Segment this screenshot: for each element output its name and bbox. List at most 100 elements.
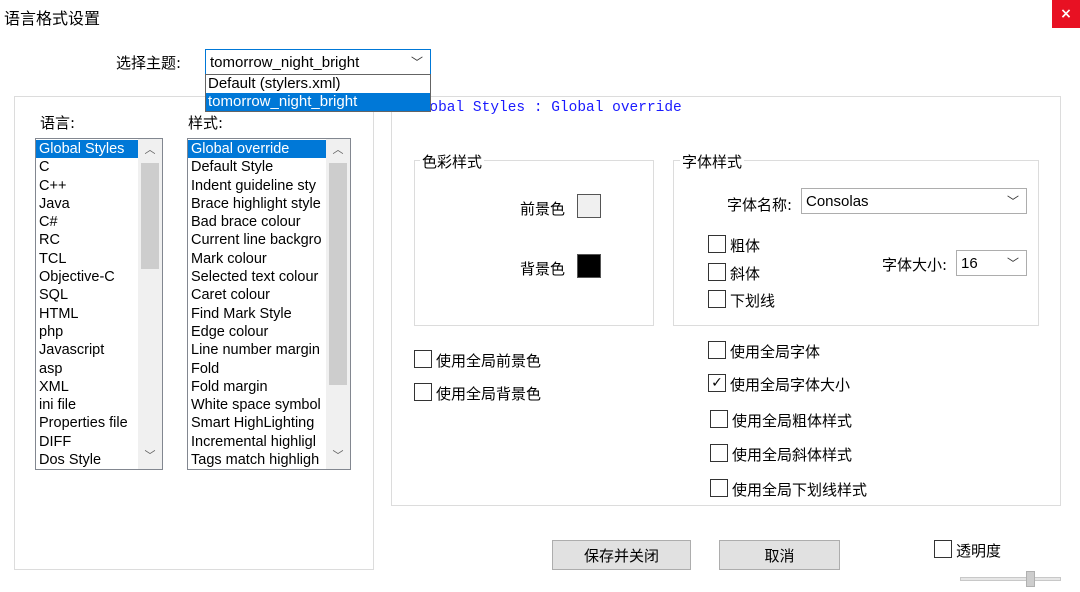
language-list-item[interactable]: C# bbox=[36, 213, 140, 231]
style-list-item[interactable]: Default Style bbox=[188, 158, 328, 176]
cancel-button[interactable]: 取消 bbox=[719, 540, 840, 570]
language-list-item[interactable]: Objective-C bbox=[36, 268, 140, 286]
theme-option-default[interactable]: Default (stylers.xml) bbox=[206, 75, 430, 93]
language-list-scrollbar[interactable]: ︿ ﹀ bbox=[138, 139, 162, 469]
save-close-button[interactable]: 保存并关闭 bbox=[552, 540, 691, 570]
transparency-label: 透明度 bbox=[956, 542, 1002, 560]
style-list[interactable]: Global override Default Style Indent guide… bbox=[187, 138, 351, 470]
scroll-down-arrow-icon[interactable]: ﹀ bbox=[138, 447, 162, 465]
style-list-item[interactable]: Indent guideline sty bbox=[188, 177, 328, 195]
font-name-label: 字体名称: bbox=[727, 196, 793, 214]
theme-select[interactable]: tomorrow_night_bright ﹀ bbox=[205, 49, 431, 75]
use-global-underline-checkbox[interactable] bbox=[710, 479, 728, 497]
transparency-checkbox[interactable] bbox=[934, 540, 952, 558]
language-list-item[interactable]: RC bbox=[36, 231, 140, 249]
style-list-item[interactable]: Bad brace colour bbox=[188, 213, 328, 231]
chevron-down-icon: ﹀ bbox=[1006, 194, 1019, 209]
window-title: 语言格式设置 bbox=[4, 9, 101, 28]
color-style-title: 色彩样式 bbox=[420, 151, 485, 172]
use-global-underline-label: 使用全局下划线样式 bbox=[732, 481, 868, 499]
style-list-item[interactable]: Global override bbox=[188, 140, 328, 159]
style-list-item[interactable]: Fold bbox=[188, 360, 328, 378]
style-list-item[interactable]: Line number margin bbox=[188, 341, 328, 359]
language-list-item[interactable]: Properties file bbox=[36, 414, 140, 432]
scrollbar-thumb[interactable] bbox=[141, 163, 159, 269]
use-global-italic-checkbox[interactable] bbox=[710, 444, 728, 462]
language-list-item[interactable]: Java bbox=[36, 195, 140, 213]
use-global-bold-label: 使用全局粗体样式 bbox=[732, 412, 853, 430]
style-list-item[interactable]: Incremental highligl bbox=[188, 433, 328, 451]
language-list-item[interactable]: DIFF bbox=[36, 433, 140, 451]
use-global-fg-label: 使用全局前景色 bbox=[436, 352, 542, 370]
scroll-up-arrow-icon[interactable]: ︿ bbox=[138, 141, 162, 159]
use-global-bg-checkbox[interactable] bbox=[414, 383, 432, 401]
background-color-swatch[interactable] bbox=[577, 254, 601, 278]
foreground-color-swatch[interactable] bbox=[577, 194, 601, 218]
style-list-item[interactable]: White space symbol bbox=[188, 396, 328, 414]
style-list-item[interactable]: Mark colour bbox=[188, 250, 328, 268]
foreground-label: 前景色 bbox=[520, 200, 566, 218]
font-name-value: Consolas bbox=[806, 192, 869, 210]
style-list-item[interactable]: Edge colour bbox=[188, 323, 328, 341]
checkmark-icon: ✓ bbox=[711, 375, 723, 391]
close-button[interactable]: × bbox=[1052, 0, 1080, 28]
language-list-item[interactable]: TCL bbox=[36, 250, 140, 268]
use-global-font-label: 使用全局字体 bbox=[730, 343, 821, 361]
italic-checkbox[interactable] bbox=[708, 263, 726, 281]
scrollbar-thumb[interactable] bbox=[329, 163, 347, 385]
transparency-slider-track[interactable] bbox=[960, 577, 1061, 581]
font-size-select[interactable]: 16 ﹀ bbox=[956, 250, 1027, 276]
use-global-bg-label: 使用全局背景色 bbox=[436, 385, 542, 403]
style-header-text: Global Styles : Global override bbox=[412, 100, 682, 116]
theme-option-tomorrow-night-bright[interactable]: tomorrow_night_bright bbox=[206, 93, 430, 111]
chevron-down-icon: ﹀ bbox=[410, 55, 423, 70]
use-global-font-size-label: 使用全局字体大小 bbox=[730, 376, 851, 394]
language-list-item[interactable]: asp bbox=[36, 360, 140, 378]
language-list-item[interactable]: SQL bbox=[36, 286, 140, 304]
close-icon: × bbox=[1060, 6, 1072, 22]
font-name-select[interactable]: Consolas ﹀ bbox=[801, 188, 1027, 214]
use-global-font-checkbox[interactable] bbox=[708, 341, 726, 359]
language-list-item[interactable]: Global Styles bbox=[36, 140, 140, 159]
scroll-up-arrow-icon[interactable]: ︿ bbox=[326, 141, 350, 159]
style-list-item[interactable]: Caret colour bbox=[188, 286, 328, 304]
bold-checkbox[interactable] bbox=[708, 235, 726, 253]
use-global-bold-checkbox[interactable] bbox=[710, 410, 728, 428]
theme-label: 选择主题: bbox=[116, 54, 182, 72]
style-label: 样式: bbox=[188, 114, 224, 132]
language-list-item[interactable]: XML bbox=[36, 378, 140, 396]
bold-label: 粗体 bbox=[730, 237, 761, 255]
scroll-down-arrow-icon[interactable]: ﹀ bbox=[326, 447, 350, 465]
style-list-item[interactable]: Tags match highligh bbox=[188, 451, 328, 469]
language-list-item[interactable]: HTML bbox=[36, 305, 140, 323]
font-style-title: 字体样式 bbox=[680, 151, 745, 172]
style-list-scrollbar[interactable]: ︿ ﹀ bbox=[326, 139, 350, 469]
style-list-item[interactable]: Current line backgro bbox=[188, 231, 328, 249]
style-list-item[interactable]: Brace highlight style bbox=[188, 195, 328, 213]
language-list-item[interactable]: ini file bbox=[36, 396, 140, 414]
color-style-group bbox=[414, 160, 654, 326]
use-global-font-size-checkbox[interactable]: ✓ bbox=[708, 374, 726, 392]
theme-selected-value: tomorrow_night_bright bbox=[210, 53, 360, 71]
underline-label: 下划线 bbox=[730, 292, 776, 310]
font-style-group bbox=[673, 160, 1039, 326]
chevron-down-icon: ﹀ bbox=[1006, 256, 1019, 271]
background-label: 背景色 bbox=[520, 260, 566, 278]
language-list-item[interactable]: php bbox=[36, 323, 140, 341]
language-label: 语言: bbox=[40, 114, 76, 132]
style-list-item[interactable]: Selected text colour bbox=[188, 268, 328, 286]
language-list-item[interactable]: C++ bbox=[36, 177, 140, 195]
transparency-slider-thumb[interactable] bbox=[1026, 571, 1035, 587]
italic-label: 斜体 bbox=[730, 265, 761, 283]
style-list-item[interactable]: Find Mark Style bbox=[188, 305, 328, 323]
style-list-item[interactable]: Fold margin bbox=[188, 378, 328, 396]
underline-checkbox[interactable] bbox=[708, 290, 726, 308]
language-list[interactable]: Global Styles C C++ Java C# RC TCL Objective-C S… bbox=[35, 138, 163, 470]
style-list-item[interactable]: Smart HighLighting bbox=[188, 414, 328, 432]
language-list-item[interactable]: C bbox=[36, 158, 140, 176]
language-list-item[interactable]: Dos Style bbox=[36, 451, 140, 469]
theme-dropdown-list[interactable]: Default (stylers.xml) tomorrow_night_bri… bbox=[205, 74, 431, 112]
font-size-label: 字体大小: bbox=[882, 256, 948, 274]
language-list-item[interactable]: Javascript bbox=[36, 341, 140, 359]
use-global-fg-checkbox[interactable] bbox=[414, 350, 432, 368]
